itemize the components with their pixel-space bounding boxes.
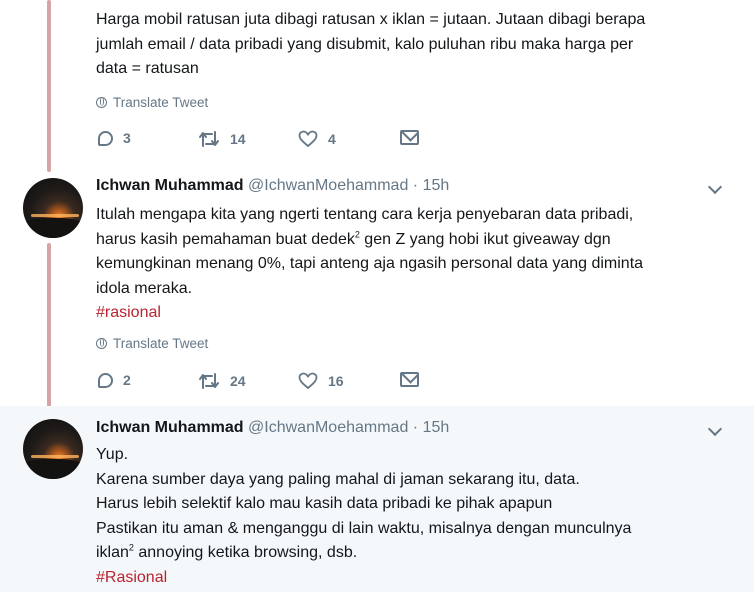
translate-label: Translate Tweet (113, 336, 209, 351)
tweet-text: Yup. Karena sumber daya yang paling maha… (96, 443, 716, 590)
user-handle[interactable]: @IchwanMoehammad (248, 177, 408, 194)
hashtag-link[interactable]: #rasional (96, 301, 716, 326)
separator-dot: · (412, 419, 419, 436)
avatar-sunset (31, 455, 79, 458)
globe-icon (96, 97, 107, 108)
tweet[interactable]: Harga mobil ratusan juta dibagi ratusan … (0, 0, 754, 168)
user-name[interactable]: Ichwan Muhammad (96, 419, 244, 436)
avatar[interactable] (23, 419, 83, 479)
tweet-text-line: idola meraka. (96, 279, 193, 297)
retweet-count: 14 (230, 131, 246, 147)
direct-message-icon (400, 130, 419, 145)
reply-button[interactable]: 2 (98, 372, 131, 388)
retweet-icon (199, 131, 219, 147)
tweet[interactable]: Ichwan Muhammad @IchwanMoehammad · 15h Y… (0, 406, 754, 592)
reply-icon (98, 130, 113, 146)
direct-message-button[interactable] (400, 130, 419, 145)
globe-icon (96, 338, 107, 349)
tweet-text-line: Itulah mengapa kita yang ngerti tentang … (96, 206, 634, 223)
hashtag-link[interactable]: #Rasional (96, 566, 716, 591)
retweet-button[interactable]: 14 (198, 130, 246, 148)
like-icon (298, 372, 318, 390)
avatar[interactable] (23, 178, 83, 238)
tweet-text: Harga mobil ratusan juta dibagi ratusan … (96, 8, 716, 82)
tweet-text-line: Yup. (96, 446, 129, 463)
tweet-text-line: Karena sumber daya yang paling mahal di … (96, 470, 580, 488)
reply-count: 2 (123, 372, 131, 388)
retweet-count: 24 (230, 373, 246, 389)
tweet-text: Itulah mengapa kita yang ngerti tentang … (96, 203, 716, 326)
chevron-down-icon[interactable] (707, 179, 723, 195)
tweet-text-line: jumlah email / data pribadi yang disubmi… (96, 35, 634, 53)
like-count: 4 (328, 131, 336, 147)
tweet-text-line: Harus lebih selektif kalo mau kasih data… (96, 495, 553, 512)
tweet-text-line: data = ratusan (96, 60, 199, 77)
like-count: 16 (328, 373, 344, 389)
tweet-text-line: iklan2 annoying ketika browsing, dsb. (96, 541, 716, 566)
chevron-down-icon[interactable] (707, 421, 723, 437)
tweet-text-segment: gen Z yang hobi ikut giveaway dgn (359, 230, 611, 248)
user-name[interactable]: Ichwan Muhammad (96, 177, 244, 194)
retweet-button[interactable]: 24 (198, 372, 246, 390)
tweet-text-line: Harga mobil ratusan juta dibagi ratusan … (96, 11, 646, 28)
tweet-text-segment: harus kasih pemahaman buat dedek (96, 230, 355, 248)
avatar-sunset (31, 214, 79, 217)
tweet-text-line: harus kasih pemahaman buat dedek2 gen Z … (96, 228, 716, 253)
direct-message-button[interactable] (400, 372, 419, 387)
tweet-timestamp[interactable]: 15h (423, 419, 450, 436)
translate-tweet-link[interactable]: Translate Tweet (96, 95, 208, 110)
reply-icon (98, 372, 113, 388)
tweet-header: Ichwan Muhammad @IchwanMoehammad · 15h (96, 177, 449, 195)
tweet-text-line: kemungkinan menang 0%, tapi anteng aja n… (96, 255, 644, 272)
like-button[interactable]: 4 (298, 130, 336, 148)
tweet-text-segment: iklan (96, 544, 129, 561)
tweet-header: Ichwan Muhammad @IchwanMoehammad · 15h (96, 419, 449, 437)
reply-count: 3 (123, 130, 131, 146)
tweet-timestamp[interactable]: 15h (423, 177, 450, 194)
separator-dot: · (412, 177, 419, 194)
avatar-hill (23, 218, 83, 238)
tweet-text-segment: annoying ketika browsing, dsb. (133, 544, 358, 561)
translate-label: Translate Tweet (113, 95, 209, 110)
tweet-text-line: Pastikan itu aman & menganggu di lain wa… (96, 519, 632, 537)
like-icon (298, 130, 318, 148)
user-handle[interactable]: @IchwanMoehammad (248, 419, 408, 436)
avatar-hill (23, 459, 83, 479)
translate-tweet-link[interactable]: Translate Tweet (96, 336, 208, 351)
like-button[interactable]: 16 (298, 372, 344, 390)
tweet[interactable]: Ichwan Muhammad @IchwanMoehammad · 15h I… (0, 168, 754, 406)
retweet-icon (199, 373, 219, 389)
direct-message-icon (400, 372, 419, 387)
reply-button[interactable]: 3 (98, 130, 131, 146)
